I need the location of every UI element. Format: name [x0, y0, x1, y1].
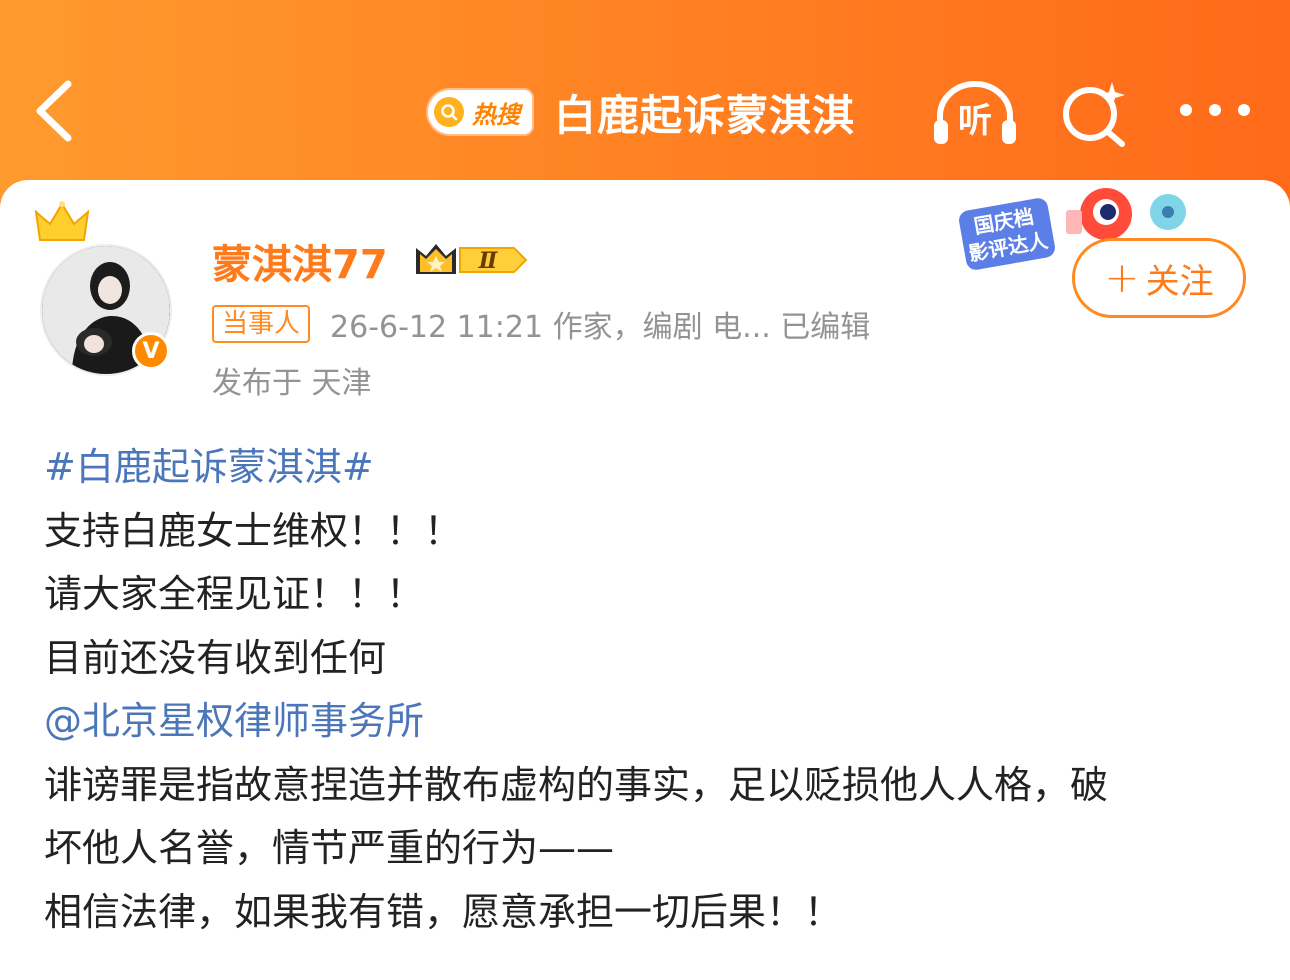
listen-button[interactable]: 听 [932, 80, 1018, 146]
post-line: 坏他人名誉，情节严重的行为—— [44, 826, 615, 870]
top-bar: 热搜 白鹿起诉蒙淇淇 听 [0, 0, 1290, 200]
search-sparkle-icon [1063, 82, 1125, 147]
post-meta: 当事人 26-6-12 11:21 作家，编剧 电... 已编辑 [212, 304, 871, 345]
search-icon [434, 97, 464, 127]
role-tag: 当事人 [212, 305, 311, 343]
headphones-icon: 听 [934, 81, 1016, 144]
follow-button[interactable]: + 关注 [1072, 238, 1246, 318]
post-line: 诽谤罪是指故意捏造并散布虚构的事实，足以贬损他人人格，破 [44, 762, 1109, 807]
crown-icon [34, 201, 90, 241]
hashtag-link[interactable]: #白鹿起诉蒙淇淇# [44, 436, 1254, 500]
hot-search-label: 热搜 [472, 100, 520, 129]
post-line: 请大家全程见证！！！ [44, 572, 425, 616]
follow-label: 关注 [1145, 261, 1214, 302]
plus-icon: + [1104, 253, 1140, 302]
svg-text:听: 听 [958, 101, 992, 141]
hot-search-badge[interactable]: 热搜 [428, 90, 532, 134]
post-line: 相信法律，如果我有错，愿意承担一切后果！！ [44, 889, 843, 934]
post-line: 目前还没有收到任何 [44, 635, 387, 680]
more-dot-icon [1238, 104, 1250, 116]
page-title: 白鹿起诉蒙淇淇 [554, 90, 856, 140]
post-body: #白鹿起诉蒙淇淇# 支持白鹿女士维权！！！ 请大家全程见证！！！ 目前还没有收到… [44, 436, 1254, 944]
more-dot-icon [1209, 104, 1221, 116]
level-crown-badge-icon: Ⅱ [416, 244, 528, 274]
search-button[interactable] [1060, 78, 1130, 148]
post-location: 发布于 天津 [212, 366, 372, 401]
avatar-group[interactable]: V [34, 200, 172, 376]
more-options-button[interactable] [1180, 100, 1250, 120]
verified-badge-icon: V [132, 332, 170, 370]
chevron-left-icon [36, 80, 72, 142]
page-title-group: 热搜 白鹿起诉蒙淇淇 [428, 84, 855, 140]
post-line: 支持白鹿女士维权！！！ [44, 508, 463, 553]
post-meta-text: 26-6-12 11:21 作家，编剧 电... 已编辑 [330, 310, 871, 345]
more-dot-icon [1180, 104, 1192, 116]
svg-text:Ⅱ: Ⅱ [478, 248, 499, 274]
author-name[interactable]: 蒙淇淇77 [212, 232, 388, 290]
back-button[interactable] [30, 78, 80, 144]
mention-link[interactable]: @北京星权律师事务所 [44, 690, 1254, 754]
